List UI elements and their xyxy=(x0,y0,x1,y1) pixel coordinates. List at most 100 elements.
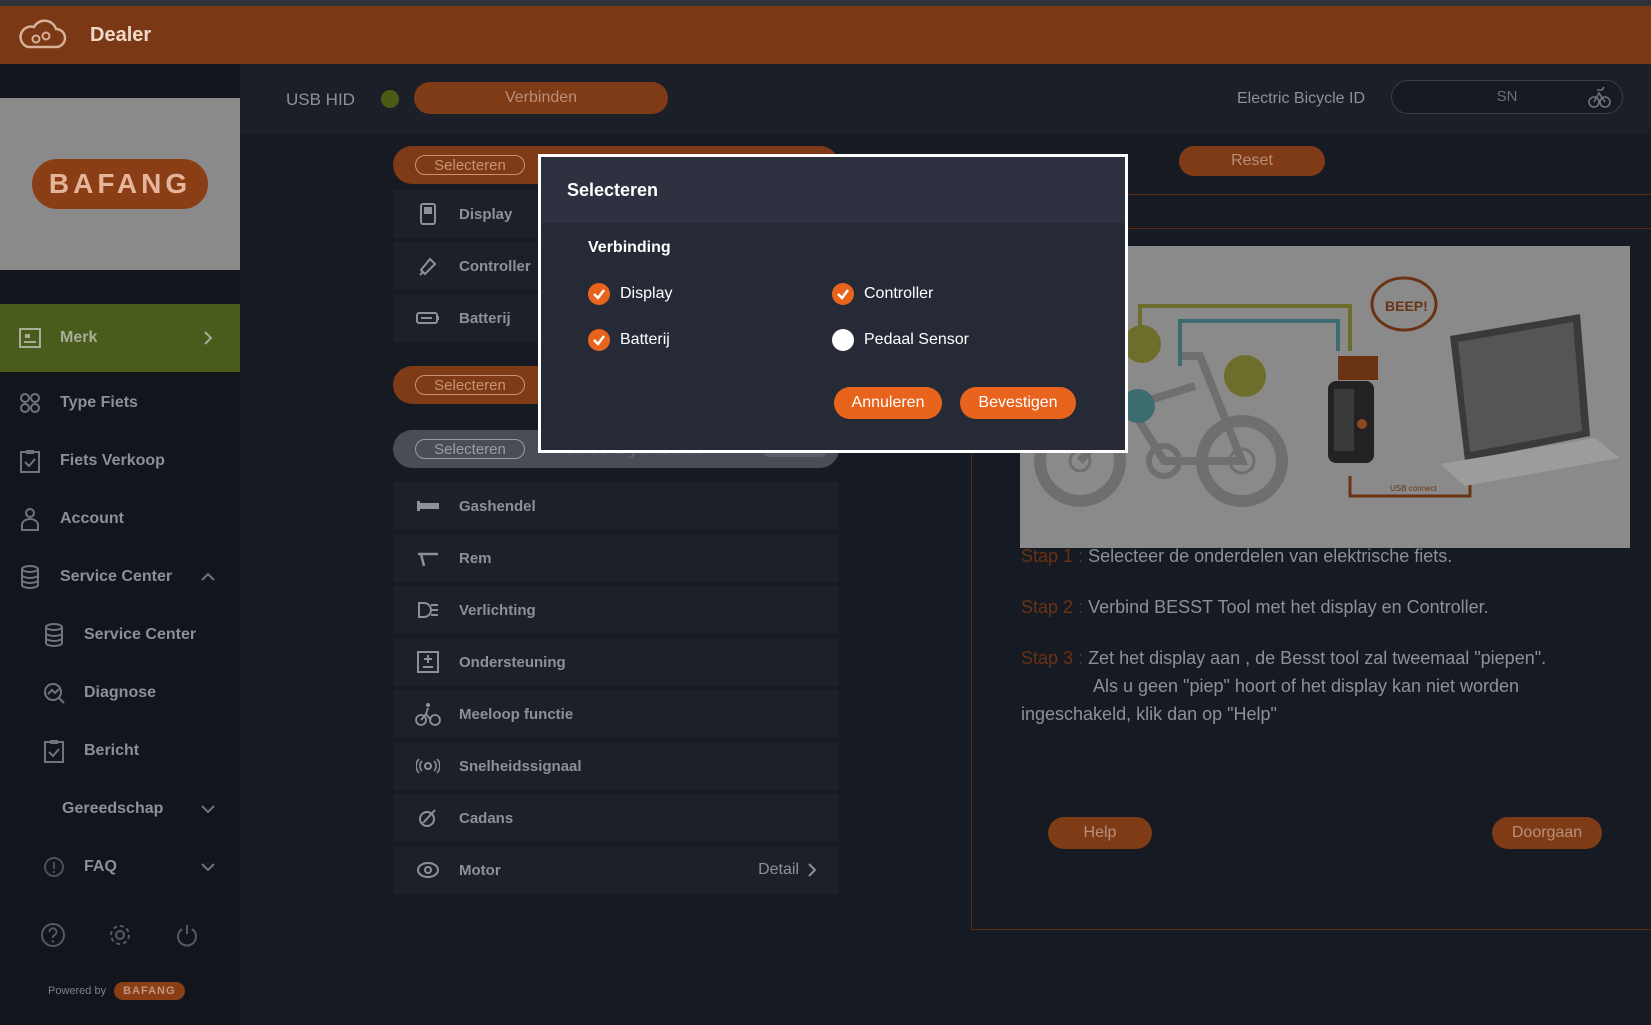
part-label: Batterij xyxy=(459,309,511,327)
guide-step-1: Stap 1 : Selecteer de onderdelen van ele… xyxy=(1021,542,1452,570)
cancel-button[interactable]: Annuleren xyxy=(834,387,942,419)
step-text: Selecteer de onderdelen van elektrische … xyxy=(1088,546,1453,566)
grid-icon xyxy=(18,391,42,415)
sidebar-item-label: Diagnose xyxy=(84,684,157,701)
bike-scan-icon[interactable] xyxy=(1586,84,1612,110)
user-icon xyxy=(18,507,42,531)
confirm-button[interactable]: Bevestigen xyxy=(960,387,1076,419)
part-row-motor[interactable]: Motor Detail xyxy=(393,846,839,894)
reset-button[interactable]: Reset xyxy=(1179,146,1325,176)
select-button[interactable]: Selecteren xyxy=(415,155,525,175)
part-label: Controller xyxy=(459,257,531,275)
checkbox-controller[interactable]: Controller xyxy=(832,283,933,305)
cloud-icon xyxy=(19,19,67,49)
sidebar-item-account[interactable]: Account xyxy=(0,490,240,548)
settings-gear-icon[interactable] xyxy=(107,922,133,948)
sidebar-item-fiets-verkoop[interactable]: Fiets Verkoop xyxy=(0,432,240,490)
check-icon xyxy=(832,283,854,305)
checkbox-label: Display xyxy=(620,285,673,302)
database-icon xyxy=(18,565,42,589)
part-row-cadans[interactable]: Cadans xyxy=(393,794,839,842)
part-row-snelheidssignaal[interactable]: Snelheidssignaal xyxy=(393,742,839,790)
sidebar-item-label: Account xyxy=(60,510,124,527)
brake-icon xyxy=(415,545,441,571)
app-title: Dealer xyxy=(90,23,152,46)
part-label: Meeloop functie xyxy=(459,705,574,723)
light-icon xyxy=(415,597,441,623)
part-label: Rem xyxy=(459,549,492,567)
ebike-id-label: Electric Bicycle ID xyxy=(1237,90,1366,107)
bafang-logo: BAFANG xyxy=(32,159,208,209)
chevron-right-icon xyxy=(808,863,817,877)
brand-icon xyxy=(18,326,42,350)
chevron-up-icon xyxy=(201,572,215,581)
sidebar-footer-icons xyxy=(0,922,240,948)
detail-label: Detail xyxy=(758,861,799,878)
step-number: Stap 3 : xyxy=(1021,648,1084,668)
guide-step-3: Stap 3 : Zet het display aan , de Besst … xyxy=(1021,644,1581,728)
select-dialog: Selecteren Verbinding Display Controller… xyxy=(538,154,1128,453)
battery-icon xyxy=(415,305,441,331)
chevron-down-icon xyxy=(201,863,215,872)
sidebar-item-merk[interactable]: Merk xyxy=(0,304,240,372)
cadence-icon xyxy=(415,805,441,831)
usb-connect-caption: USB connect xyxy=(1390,484,1437,493)
clipboard-check-icon xyxy=(18,449,42,473)
sidebar-item-type-fiets[interactable]: Type Fiets xyxy=(0,374,240,432)
part-label: Snelheidssignaal xyxy=(459,757,582,775)
sidebar-item-faq[interactable]: FAQ xyxy=(0,838,240,896)
part-row-verlichting[interactable]: Verlichting xyxy=(393,586,839,634)
part-label: Ondersteuning xyxy=(459,653,566,671)
part-label: Motor xyxy=(459,861,501,879)
part-row-ondersteuning[interactable]: Ondersteuning xyxy=(393,638,839,686)
sidebar-subitem-diagnose[interactable]: Diagnose xyxy=(0,664,240,722)
motor-detail-link[interactable]: Detail xyxy=(758,861,817,879)
part-row-gashendel[interactable]: Gashendel xyxy=(393,482,839,530)
sidebar-subitem-bericht[interactable]: Bericht xyxy=(0,722,240,780)
powered-by-label: Powered by xyxy=(48,985,107,997)
sidebar-subitem-service-center[interactable]: Service Center xyxy=(0,606,240,664)
sidebar-item-label: FAQ xyxy=(84,858,117,875)
step-number: Stap 2 : xyxy=(1021,597,1084,617)
sidebar-item-service-center[interactable]: Service Center xyxy=(0,548,240,606)
checkbox-pedaal-sensor[interactable]: Pedaal Sensor xyxy=(832,329,969,351)
controller-icon xyxy=(415,253,441,279)
step-text-line3: ingeschakeld, klik dan op "Help" xyxy=(1021,704,1277,724)
connection-bar: USB HID Verbinden Electric Bicycle ID SN xyxy=(240,64,1651,134)
step-text: Verbind BESST Tool met het display en Co… xyxy=(1088,597,1489,617)
checkbox-batterij[interactable]: Batterij xyxy=(588,329,670,351)
clipboard-check-icon xyxy=(42,739,66,763)
step-text: Zet het display aan , de Besst tool zal … xyxy=(1088,648,1547,668)
connect-button[interactable]: Verbinden xyxy=(414,82,668,114)
continue-button[interactable]: Doorgaan xyxy=(1492,817,1602,849)
part-row-rem[interactable]: Rem xyxy=(393,534,839,582)
help-button[interactable]: Help xyxy=(1048,817,1152,849)
checkbox-display[interactable]: Display xyxy=(588,283,672,305)
sidebar-item-label: Fiets Verkoop xyxy=(60,452,165,469)
select-button[interactable]: Selecteren xyxy=(415,439,525,459)
database-icon xyxy=(42,623,66,647)
select-button[interactable]: Selecteren xyxy=(415,375,525,395)
help-icon[interactable] xyxy=(40,922,66,948)
usb-label: USB HID xyxy=(286,90,355,109)
title-bar: Dealer xyxy=(0,6,1651,64)
unchecked-circle-icon xyxy=(832,329,854,351)
chevron-right-icon xyxy=(204,331,213,345)
beep-text: BEEP! xyxy=(1385,298,1428,314)
part-label: Verlichting xyxy=(459,601,536,619)
bafang-mini-logo: BAFANG xyxy=(114,982,185,1000)
sidebar-item-label: Merk xyxy=(60,329,98,346)
assist-icon xyxy=(415,649,441,675)
walk-assist-icon xyxy=(415,701,441,727)
step-number: Stap 1 : xyxy=(1021,546,1084,566)
power-icon[interactable] xyxy=(174,922,200,948)
part-row-meeloop-functie[interactable]: Meeloop functie xyxy=(393,690,839,738)
sidebar-item-label: Type Fiets xyxy=(60,394,138,411)
chevron-down-icon xyxy=(201,805,215,814)
throttle-icon xyxy=(415,493,441,519)
sidebar-item-label: Bericht xyxy=(84,742,140,759)
checkbox-label: Pedaal Sensor xyxy=(864,331,969,348)
part-label: Display xyxy=(459,205,513,223)
divider xyxy=(1110,194,1651,195)
sidebar-item-gereedschap[interactable]: Gereedschap xyxy=(0,780,240,838)
